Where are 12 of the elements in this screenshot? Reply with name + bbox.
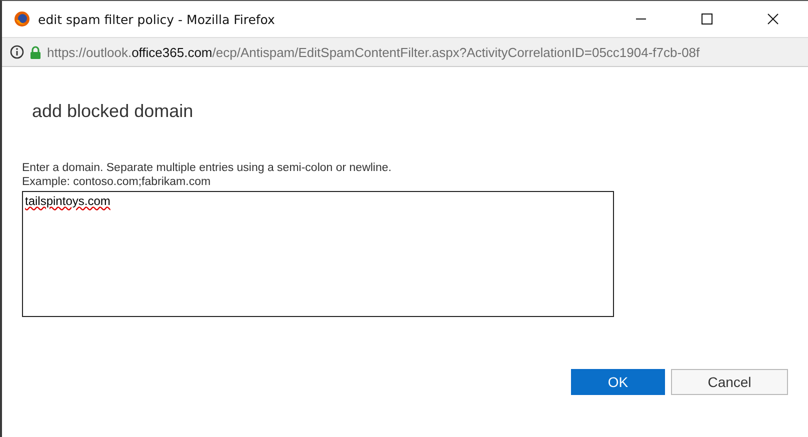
- close-icon: [767, 13, 779, 25]
- lock-icon[interactable]: [30, 46, 41, 58]
- maximize-icon: [701, 13, 713, 25]
- input-field[interactable]: tailspintoys.com: [22, 191, 614, 317]
- browser-logo-icon: [14, 11, 30, 27]
- window-title: edit spam filter policy - Mozilla Firefox: [38, 12, 276, 26]
- instruction-text: Enter a domain. Separate multiple entries using a semi-colon or newline.: [22, 162, 392, 174]
- dialog-heading: add blocked domain: [32, 101, 194, 122]
- cancel-button[interactable]: Cancel: [671, 369, 788, 395]
- ok-button[interactable]: OK: [571, 369, 665, 395]
- instruction-text: Example: contoso.com;fabrikam.com: [22, 176, 212, 188]
- info-icon[interactable]: [10, 45, 24, 59]
